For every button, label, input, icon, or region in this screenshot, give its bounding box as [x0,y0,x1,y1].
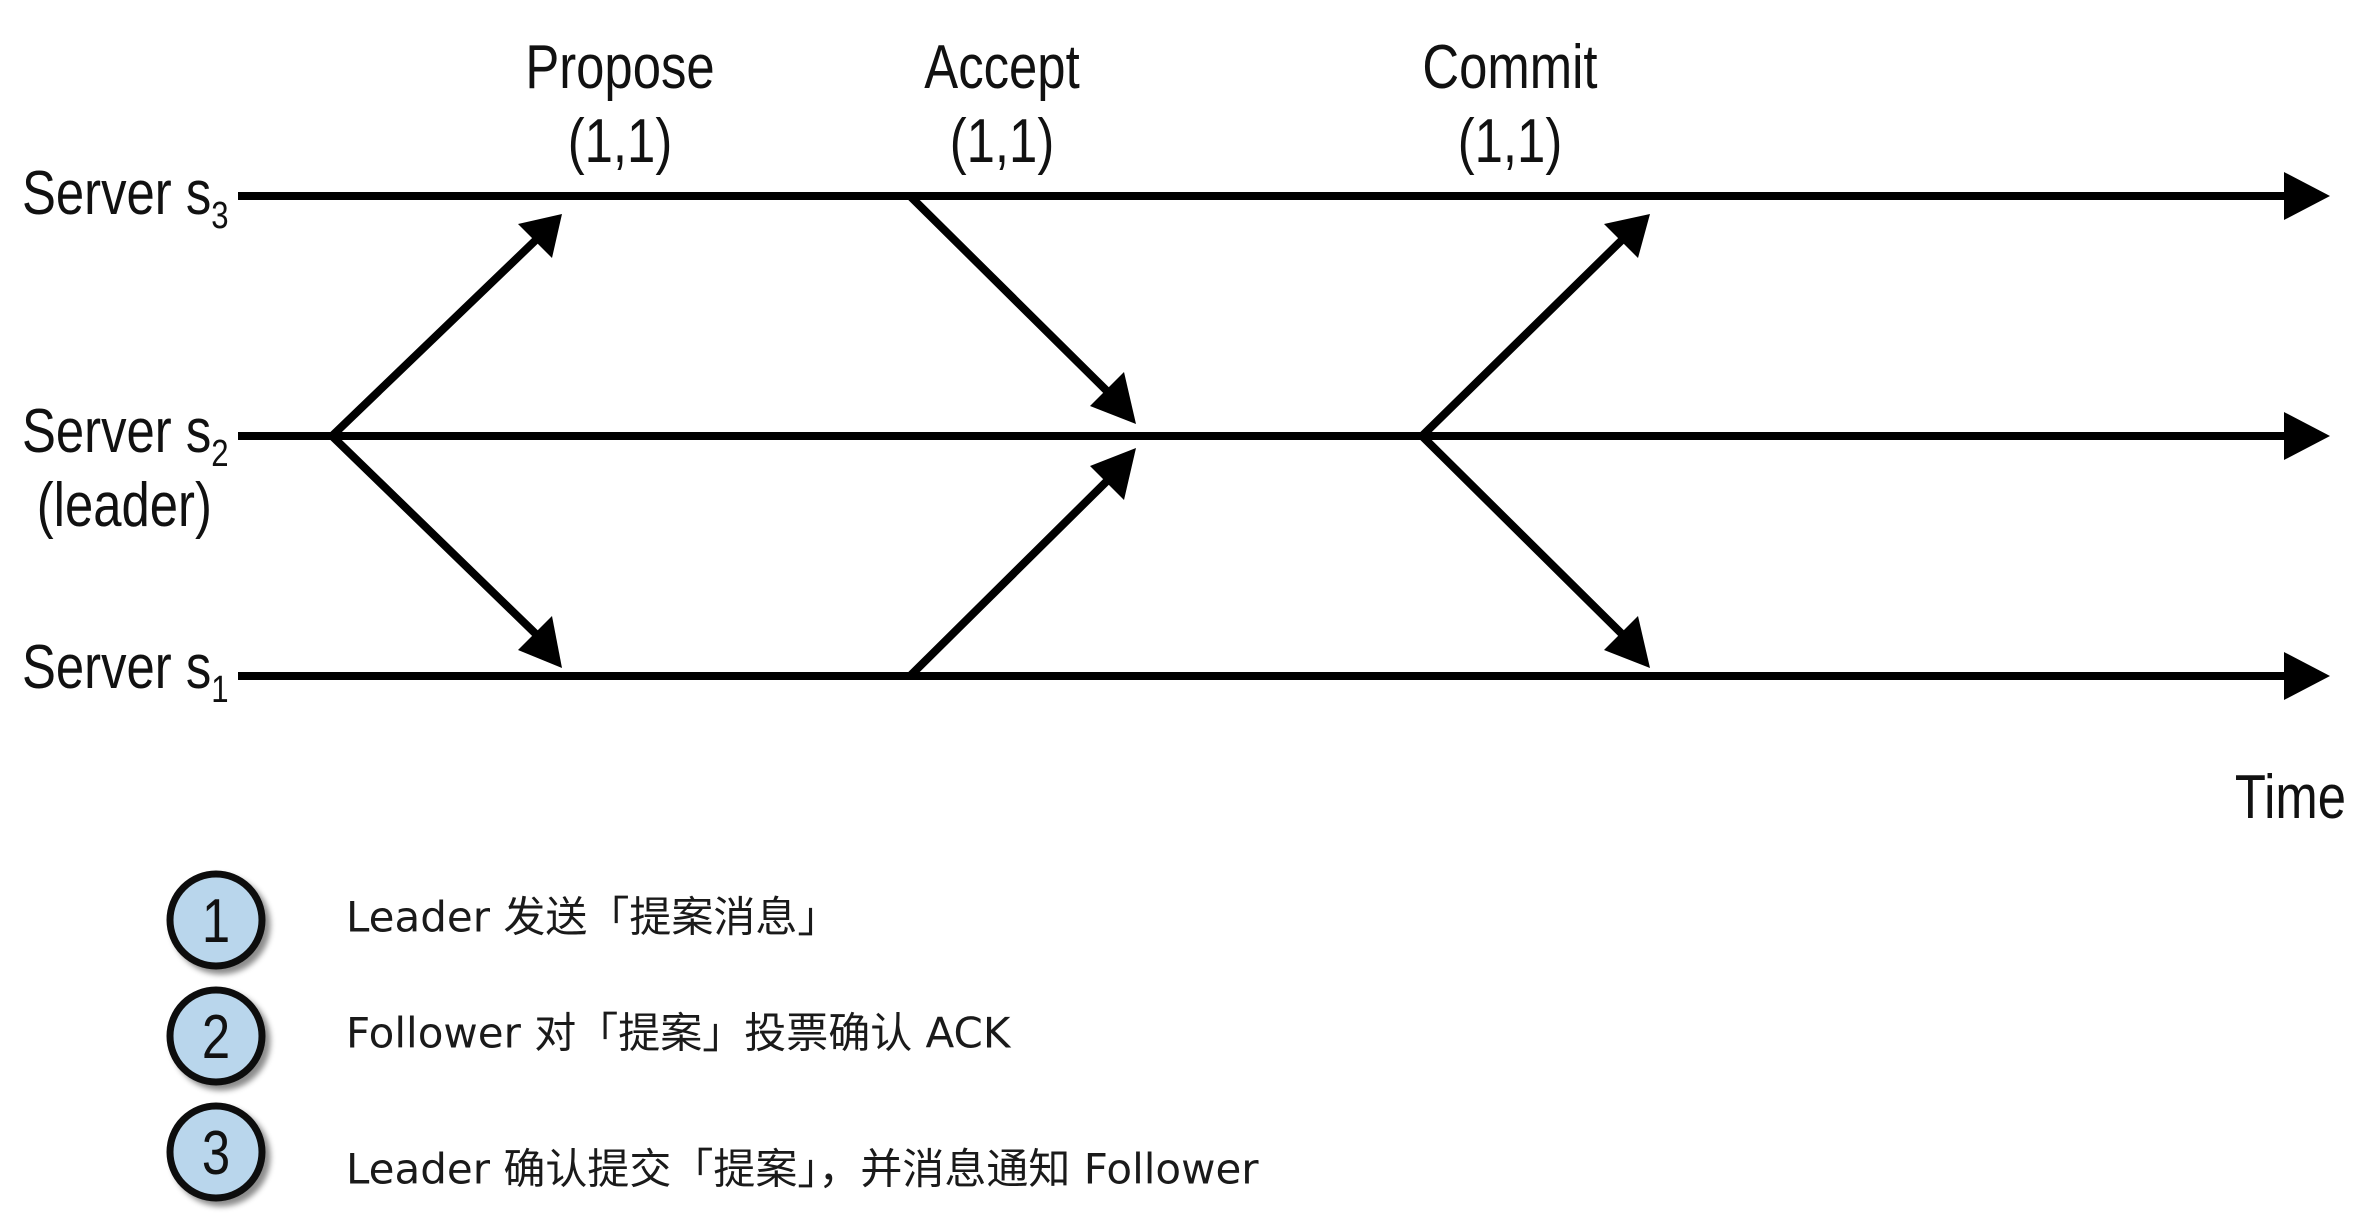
server-s3-subscript: 3 [211,195,228,237]
propose-arrow-to-s1 [328,432,562,668]
accept-arrow-from-s3 [906,192,1136,424]
server-s1-subscript: 1 [211,669,228,711]
server-s2-label: Server s2 (leader) [22,397,229,540]
timeline-s2 [238,412,2330,460]
phase-commit-value: (1,1) [1458,107,1563,176]
server-s2-subscript: 2 [211,433,228,475]
server-s2-name: Server s [22,397,211,466]
timeline-s2-arrowhead [2284,412,2330,460]
step-3-number: 3 [202,1119,230,1188]
commit-arrow-to-s3 [1418,214,1650,440]
phase-accept-name: Accept [924,33,1080,102]
step-1-number: 1 [202,887,230,956]
step-3-text: Leader 确认提交「提案」，并消息通知 Follower [346,1145,1259,1194]
phase-propose-value: (1,1) [568,107,673,176]
phase-accept-value: (1,1) [950,107,1055,176]
time-axis-label: Time [2235,763,2346,832]
step-2: 2 Follower 对「提案」投票确认 ACK [166,986,1012,1086]
zab-timeline-diagram: Propose (1,1) Accept (1,1) Commit (1,1) … [22,33,2346,1202]
server-s1-label: Server s1 [22,633,229,710]
server-s3-label: Server s3 [22,159,229,236]
step-3: 3 Leader 确认提交「提案」，并消息通知 Follower [166,1102,1259,1202]
phase-commit: Commit (1,1) [1422,33,1597,176]
svg-text:Server s1: Server s1 [22,633,229,710]
accept-arrow-from-s1 [906,448,1136,680]
phase-commit-name: Commit [1422,33,1597,102]
server-s2-role: (leader) [37,471,212,540]
server-s3-name: Server s [22,159,211,228]
svg-text:Server s3: Server s3 [22,159,229,236]
phase-propose: Propose (1,1) [525,33,714,176]
server-s1-name: Server s [22,633,211,702]
propose-arrow-to-s3 [328,214,562,440]
timeline-s3-arrowhead [2284,172,2330,220]
timeline-s1-arrowhead [2284,652,2330,700]
step-1: 1 Leader 发送「提案消息」 [166,870,839,970]
timeline-s3 [238,172,2330,220]
step-2-number: 2 [202,1003,230,1072]
svg-text:Server s2: Server s2 [22,397,229,474]
phase-propose-name: Propose [525,33,714,102]
commit-arrow-to-s1 [1418,432,1650,668]
step-1-text: Leader 发送「提案消息」 [346,893,839,942]
phase-accept: Accept (1,1) [924,33,1080,176]
step-2-text: Follower 对「提案」投票确认 ACK [346,1009,1012,1058]
